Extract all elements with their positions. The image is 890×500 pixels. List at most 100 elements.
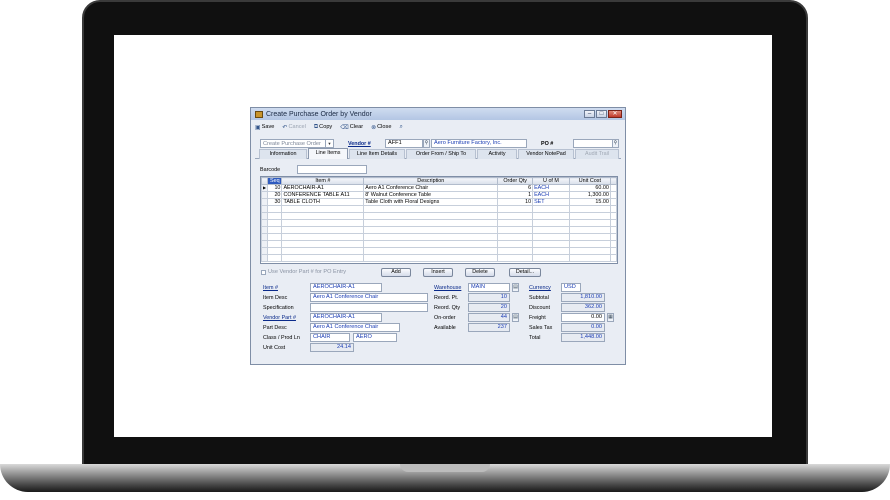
table-row[interactable]: [261, 226, 617, 234]
empty-cell[interactable]: [532, 219, 570, 227]
use-vendor-part-option[interactable]: Use Vendor Part # for PO Entry: [261, 269, 346, 275]
table-row[interactable]: ▶ 10 AEROCHAIR-A1 Aero A1 Conference Cha…: [261, 184, 617, 192]
empty-cell[interactable]: [532, 254, 570, 262]
clear-button[interactable]: ⌫ Clear: [340, 124, 363, 131]
detail-button[interactable]: Detail...: [509, 268, 541, 277]
empty-cell[interactable]: [497, 233, 534, 241]
part-desc-field[interactable]: Aero A1 Conference Chair: [310, 323, 400, 332]
minimize-button[interactable]: –: [584, 110, 595, 118]
empty-cell[interactable]: [497, 212, 534, 220]
empty-cell[interactable]: [568, 254, 611, 262]
table-row[interactable]: [261, 233, 617, 241]
cell-description[interactable]: Table Cloth with Floral Designs: [363, 198, 499, 206]
cell-uom[interactable]: EACH: [532, 191, 570, 199]
empty-cell[interactable]: [363, 240, 499, 248]
table-row[interactable]: [261, 219, 617, 227]
empty-cell[interactable]: [568, 247, 611, 255]
empty-cell[interactable]: [267, 254, 283, 262]
item-label[interactable]: Item #: [263, 285, 278, 291]
cell-seq[interactable]: 30: [267, 198, 283, 206]
table-row[interactable]: [261, 240, 617, 248]
empty-cell[interactable]: [267, 212, 283, 220]
empty-cell[interactable]: [497, 240, 534, 248]
table-row[interactable]: 30 TABLE CLOTH Table Cloth with Floral D…: [261, 198, 617, 206]
specification-field[interactable]: [310, 303, 428, 312]
cell-item[interactable]: AEROCHAIR-A1: [281, 184, 365, 192]
empty-cell[interactable]: [267, 233, 283, 241]
empty-cell[interactable]: [363, 233, 499, 241]
on-order-lookup-icon[interactable]: ▤: [512, 313, 519, 322]
tab-order-from-ship-to[interactable]: Order From / Ship To: [406, 149, 476, 159]
save-button[interactable]: ▣ Save: [255, 124, 274, 131]
empty-cell[interactable]: [568, 233, 611, 241]
cell-unit-cost[interactable]: 60.00: [568, 184, 611, 192]
empty-cell[interactable]: [532, 205, 570, 213]
empty-cell[interactable]: [281, 226, 365, 234]
column-order-qty[interactable]: Order Qty: [497, 177, 534, 185]
maximize-button[interactable]: □: [596, 110, 607, 118]
vendor-part-label[interactable]: Vendor Part #: [263, 315, 296, 321]
mode-dropdown[interactable]: Create Purchase Order ▼: [260, 139, 334, 148]
empty-cell[interactable]: [281, 212, 365, 220]
currency-label[interactable]: Currency: [529, 285, 551, 291]
cell-unit-cost[interactable]: 15.00: [568, 198, 611, 206]
cell-order-qty[interactable]: 10: [497, 198, 534, 206]
empty-cell[interactable]: [363, 226, 499, 234]
cell-item[interactable]: CONFERENCE TABLE A11: [281, 191, 365, 199]
empty-cell[interactable]: [497, 219, 534, 227]
empty-cell[interactable]: [281, 205, 365, 213]
table-row[interactable]: [261, 254, 617, 262]
empty-cell[interactable]: [363, 205, 499, 213]
tab-line-item-details[interactable]: Line Item Details: [349, 149, 405, 159]
search-icon[interactable]: ⚲: [423, 139, 430, 148]
delete-button[interactable]: Delete: [465, 268, 495, 277]
empty-cell[interactable]: [532, 247, 570, 255]
empty-cell[interactable]: [532, 212, 570, 220]
tab-vendor-notepad[interactable]: Vendor NotePad: [518, 149, 574, 159]
empty-cell[interactable]: [363, 212, 499, 220]
cell-seq[interactable]: 10: [267, 184, 283, 192]
cell-uom[interactable]: SET: [532, 198, 570, 206]
close-window-button[interactable]: ✕: [608, 110, 622, 118]
cell-unit-cost[interactable]: 1,300.00: [568, 191, 611, 199]
empty-cell[interactable]: [568, 205, 611, 213]
tab-information[interactable]: Information: [259, 149, 307, 159]
empty-cell[interactable]: [497, 205, 534, 213]
freight-field[interactable]: 0.00: [561, 313, 605, 322]
empty-cell[interactable]: [267, 226, 283, 234]
empty-cell[interactable]: [568, 240, 611, 248]
freight-calc-icon[interactable]: ▦: [607, 313, 614, 322]
empty-cell[interactable]: [497, 247, 534, 255]
empty-cell[interactable]: [497, 254, 534, 262]
empty-cell[interactable]: [281, 233, 365, 241]
empty-cell[interactable]: [363, 254, 499, 262]
table-row[interactable]: [261, 205, 617, 213]
column-uom[interactable]: U of M: [532, 177, 570, 185]
tab-line-items[interactable]: Line Items: [308, 148, 348, 159]
barcode-field[interactable]: [297, 165, 367, 174]
cell-item[interactable]: TABLE CLOTH: [281, 198, 365, 206]
vendor-code-field[interactable]: AFF1: [385, 139, 423, 148]
empty-cell[interactable]: [568, 226, 611, 234]
cell-uom[interactable]: EACH: [532, 184, 570, 192]
empty-cell[interactable]: [363, 247, 499, 255]
empty-cell[interactable]: [267, 205, 283, 213]
cancel-button[interactable]: ↶ Cancel: [282, 124, 305, 131]
column-description[interactable]: Description: [363, 177, 499, 185]
cell-order-qty[interactable]: 1: [497, 191, 534, 199]
empty-cell[interactable]: [267, 247, 283, 255]
empty-cell[interactable]: [267, 219, 283, 227]
add-button[interactable]: Add: [381, 268, 411, 277]
table-row[interactable]: [261, 247, 617, 255]
table-row[interactable]: [261, 212, 617, 220]
search-icon[interactable]: ⚲: [612, 139, 619, 148]
cell-description[interactable]: 8' Walnut Conference Table: [363, 191, 499, 199]
table-row[interactable]: 20 CONFERENCE TABLE A11 8' Walnut Confer…: [261, 191, 617, 199]
empty-cell[interactable]: [532, 226, 570, 234]
empty-cell[interactable]: [281, 254, 365, 262]
cell-description[interactable]: Aero A1 Conference Chair: [363, 184, 499, 192]
insert-button[interactable]: Insert: [423, 268, 453, 277]
attachment-button[interactable]: ⌕: [399, 124, 402, 131]
po-number-field[interactable]: [573, 139, 613, 148]
warehouse-lookup-icon[interactable]: ▤: [512, 283, 519, 292]
